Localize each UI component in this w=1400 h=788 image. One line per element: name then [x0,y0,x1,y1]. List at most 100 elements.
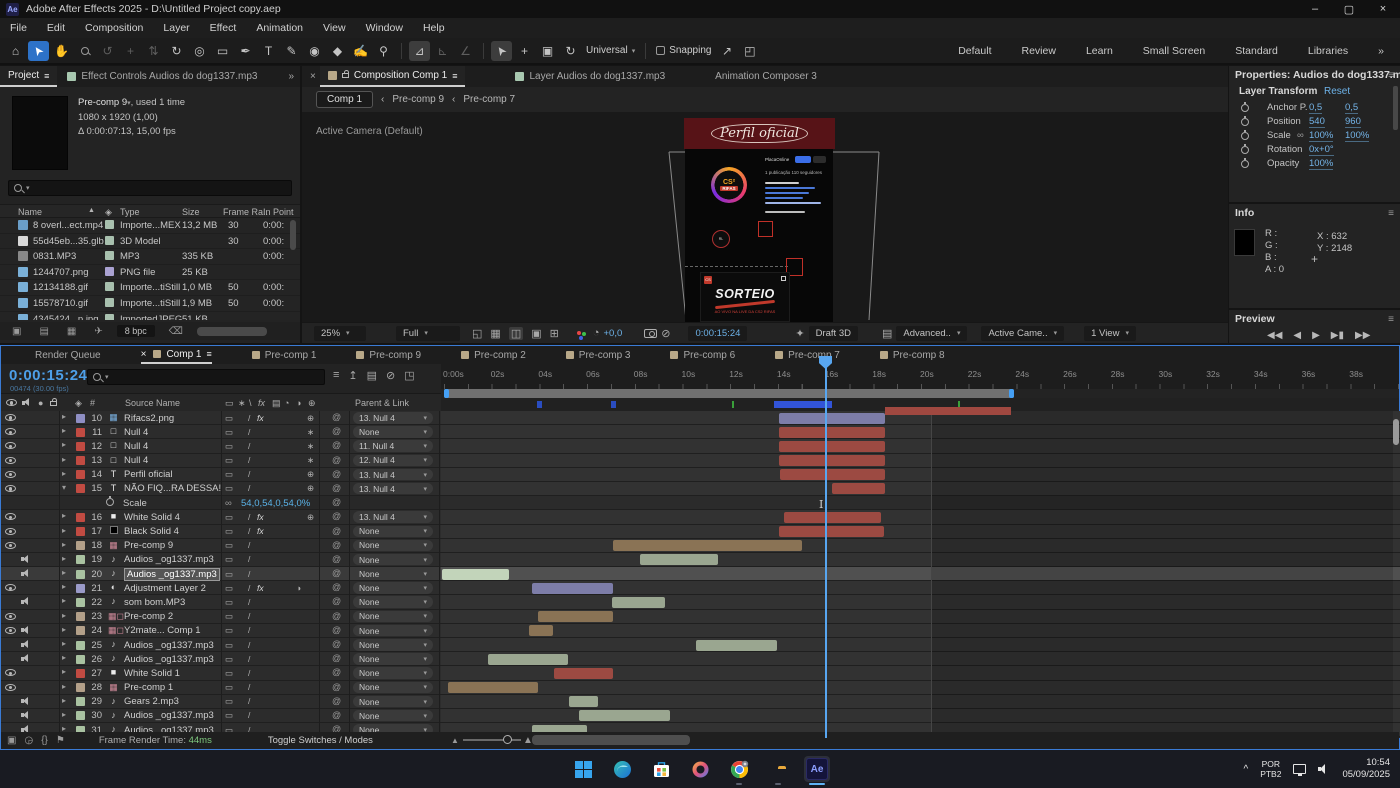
quality-switch[interactable]: / [248,540,250,550]
timeline-layer-row[interactable]: ▸ 20 ♪ Audios _og1337.mp3 ▭ / @ None▾ [1,567,1400,581]
pickwhip-icon[interactable]: @ [332,682,341,692]
panel-menu-icon[interactable]: ≡ [1388,208,1394,219]
value-field[interactable]: 0,5 [1309,102,1322,114]
speaker-icon[interactable] [21,597,31,606]
transport-button-0[interactable]: ◀◀ [1267,330,1282,341]
stopwatch-icon[interactable] [106,498,114,506]
quality-switch[interactable]: / [248,413,250,423]
timeline-layer-row[interactable]: ▸ 30 ♪ Audios _og1337.mp3 ▭ / @ None▾ [1,709,1400,723]
transport-button-4[interactable]: ▶▶ [1355,330,1370,341]
parent-dropdown[interactable]: 12. Null 4▾ [353,455,433,467]
pickwhip-icon[interactable]: @ [332,469,341,479]
expand-chevron-icon[interactable]: ▸ [62,582,66,591]
timeline-layer-row[interactable]: ▸ 13 □ Null 4 ▭ / ∗ @ 12. Null 4▾ [1,454,1400,468]
guides-icon[interactable]: ⊞ [550,327,559,340]
layer-name[interactable]: Audios _og1337.mp3 [124,554,214,565]
layer-name[interactable]: Null 4 [124,441,148,452]
expand-chevron-icon[interactable]: ▸ [62,653,66,662]
reset-link[interactable]: Reset [1324,86,1350,97]
label-chip[interactable] [76,641,85,650]
shy-switch[interactable]: ▭ [225,569,233,580]
dolly-camera-tool[interactable]: ⇅ [143,41,164,61]
3d-switch[interactable]: ⊕ [307,469,314,480]
layer-name[interactable]: Audios _og1337.mp3 [124,640,214,651]
workspace-default[interactable]: Default [958,45,991,57]
timeline-search-input[interactable]: ▾ [87,369,325,385]
lock-column-icon[interactable] [50,401,57,406]
adjustment-switch-icon[interactable]: ◑ [296,398,301,408]
new-composition-icon[interactable]: ▦ [67,326,76,337]
timeline-layer-row[interactable]: ▸ 19 ♪ Audios _og1337.mp3 ▭ / @ None▾ [1,553,1400,567]
value-field[interactable]: 0,5 [1345,102,1358,114]
parent-dropdown[interactable]: 13. Null 4▾ [353,511,433,523]
axis-local-mode[interactable]: ⊿ [409,41,430,61]
label-chip[interactable] [76,513,85,522]
solo-column-icon[interactable]: ● [38,398,43,408]
value-field[interactable]: 100% [1345,130,1369,142]
shy-switch[interactable]: ▭ [225,512,233,523]
layer-duration-bar[interactable] [538,611,613,622]
quality-switch[interactable]: / [248,469,250,479]
region-of-interest-icon[interactable]: ◫ [509,327,523,340]
label-chip[interactable] [76,442,85,451]
stopwatch-icon[interactable] [1241,160,1249,168]
stopwatch-icon[interactable] [1241,146,1249,154]
zoom-out-icon[interactable]: ▲ [451,736,459,745]
marker[interactable] [611,401,616,408]
close-button[interactable]: × [1366,0,1400,18]
layer-bar-partial[interactable] [885,411,1011,415]
layer-duration-bar[interactable] [779,455,885,466]
3d-switch[interactable]: ∗ [307,441,314,452]
camera-dropdown[interactable]: Active Came..▾ [981,326,1064,341]
label-chip[interactable] [105,282,114,291]
label-chip[interactable] [76,683,85,692]
3d-switch[interactable]: ⊕ [307,483,314,494]
quality-switch[interactable]: / [248,512,250,522]
taskbar-chrome-icon[interactable] [726,756,752,782]
eye-icon[interactable] [5,471,16,478]
bounding-box-mode[interactable]: ▣ [537,41,558,61]
expand-chevron-icon[interactable]: ▸ [62,426,66,435]
playhead-line[interactable] [825,366,827,738]
project-column-headers[interactable]: NameTypeSizeFrame Ra..In Point▲◈ [0,204,300,218]
pickwhip-icon[interactable]: @ [332,582,341,592]
maximize-button[interactable]: ▢ [1332,0,1366,18]
timeline-layer-row[interactable]: ▸ 26 ♪ Audios _og1337.mp3 ▭ / @ None▾ [1,652,1400,666]
axis-view-mode[interactable]: ∠ [455,41,476,61]
time-ruler[interactable]: 0:00s02s04s06s08s10s12s14s16s18s20s22s24… [441,364,1399,389]
expand-chevron-icon[interactable]: ▸ [62,412,66,421]
roto-brush-tool[interactable]: ✍ [350,41,371,61]
shy-toggle-icon[interactable]: ↥ [348,369,357,382]
current-timecode[interactable]: 0:00:15:24 [9,367,87,384]
timeline-layer-row[interactable]: ▸ 16 ■ White Solid 4 ▭ / fx ⊕ @ 13. Null… [1,510,1400,524]
menu-effect[interactable]: Effect [200,22,247,34]
expand-chevron-icon[interactable]: ▸ [62,596,66,605]
link-icon[interactable]: ∞ [1297,130,1304,141]
expand-chevron-icon[interactable]: ▸ [62,625,66,634]
fx-switch[interactable]: fx [257,512,264,522]
frame-blend-icon[interactable]: ▤ [367,369,377,382]
selection-tool[interactable]: ➤ [28,41,49,61]
label-chip[interactable] [76,541,85,550]
sort-icon[interactable]: ▲ [88,207,95,214]
panel-overflow-icon[interactable]: » [288,71,300,82]
exposure-value[interactable]: +0,0 [604,328,623,339]
eraser-tool[interactable]: ◆ [327,41,348,61]
value-field[interactable]: 0x+0° [1309,144,1334,156]
timeline-layer-row[interactable]: ▸ 12 □ Null 4 ▭ / ∗ @ 11. Null 4▾ [1,439,1400,453]
eye-icon[interactable] [5,613,16,620]
audio-column-icon[interactable] [22,398,32,407]
quality-switch[interactable]: / [248,625,250,635]
parent-dropdown[interactable]: None▾ [353,611,433,623]
layer-duration-bar[interactable] [779,441,885,452]
label-chip[interactable] [76,598,85,607]
eye-column-icon[interactable] [6,399,17,406]
timeline-layer-row[interactable]: ▸ 10 ▦ Rifacs2.png ▭ / fx ⊕ @ 13. Null 4… [1,411,1400,425]
fast-previews-menu-icon[interactable]: ✦ [795,327,804,340]
column-type[interactable]: Type [120,207,140,217]
layer-name[interactable]: Pre-comp 2 [124,611,173,622]
taskbar-start-icon[interactable] [570,756,596,782]
menu-help[interactable]: Help [413,22,455,34]
label-column-icon[interactable]: ◈ [75,398,82,409]
layer-name[interactable]: NÃO FIQ...RA DESSA! [124,483,221,494]
